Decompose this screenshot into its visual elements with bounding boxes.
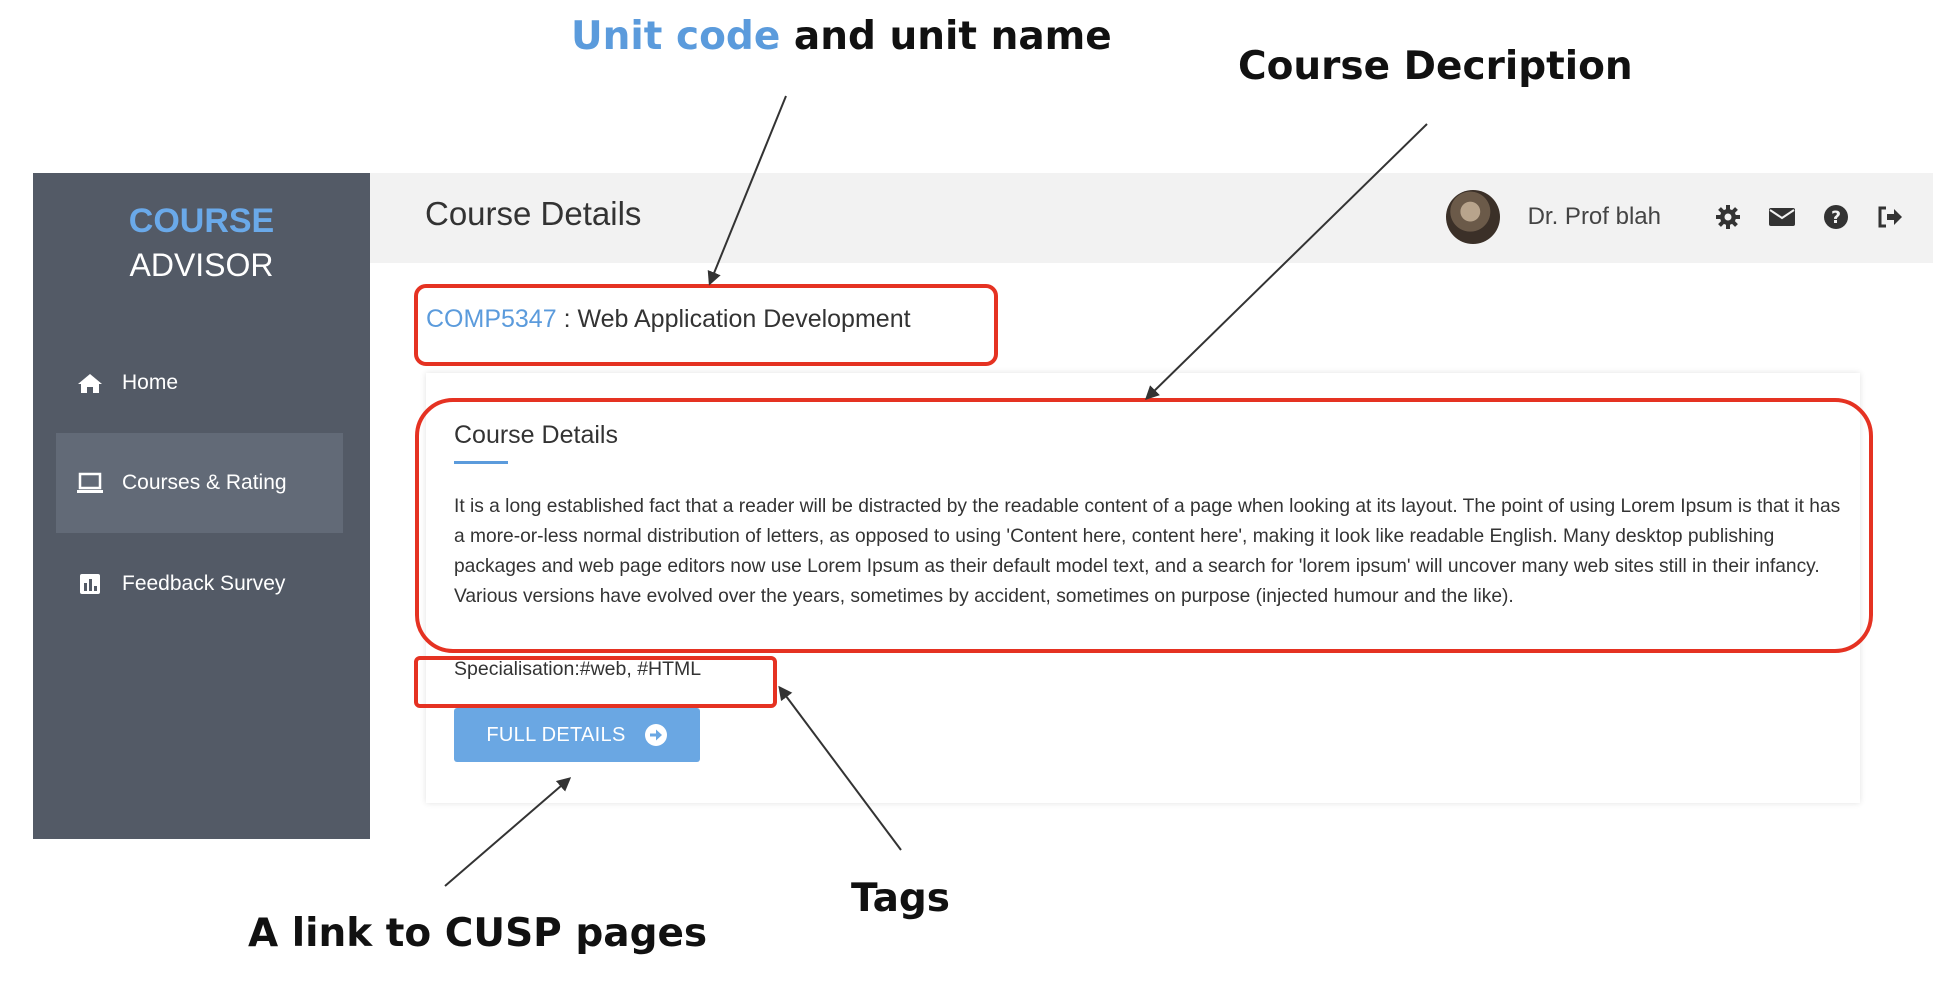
annotation-arrows xyxy=(444,95,1428,887)
arrow-to-full-details-button xyxy=(444,777,572,887)
arrow-to-unit-heading xyxy=(707,95,787,286)
arrow-to-tags xyxy=(778,685,902,851)
arrow-to-course-description xyxy=(1144,123,1428,400)
